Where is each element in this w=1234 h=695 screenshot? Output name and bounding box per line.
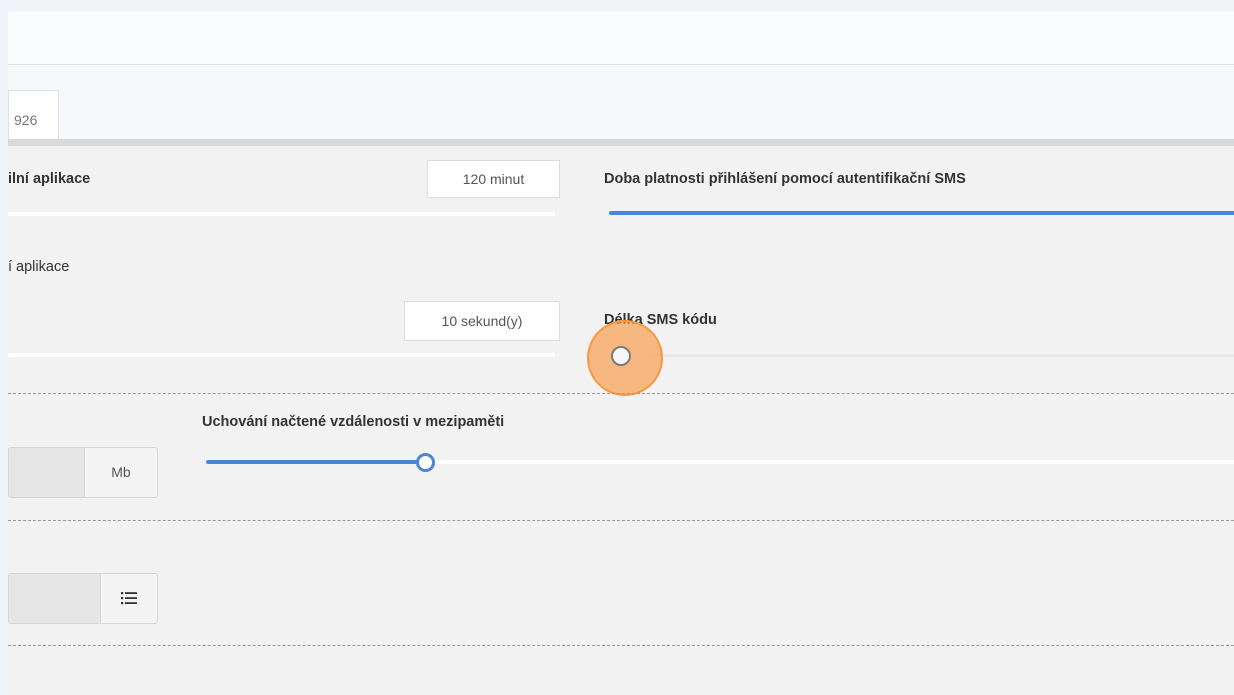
app-interval-label: í aplikace	[8, 259, 70, 275]
section-divider	[8, 520, 1234, 521]
cache-slider-fill	[206, 460, 424, 464]
sms-code-length-track	[645, 354, 1234, 357]
app-interval-value: 10 sekund(y)	[404, 301, 560, 341]
tab-strip	[8, 65, 1234, 140]
cache-label: Uchování načtené vzdálenosti v mezipamět…	[202, 414, 505, 430]
tab-label: 926	[14, 112, 38, 128]
app-timeout-label: ilní aplikace	[8, 171, 91, 187]
sms-validity-slider[interactable]	[609, 211, 1234, 215]
sms-code-length-slider-handle[interactable]	[611, 346, 631, 366]
app-timeout-slider[interactable]	[8, 212, 555, 216]
sms-validity-label: Doba platnosti přihlášení pomocí autenti…	[604, 171, 966, 187]
list-field-button[interactable]	[100, 573, 158, 624]
section-divider	[8, 393, 1234, 394]
cache-size-input[interactable]	[8, 447, 84, 498]
app-interval-slider[interactable]	[8, 353, 555, 357]
list-field-input[interactable]	[8, 573, 100, 624]
tab-active[interactable]: 926	[8, 90, 59, 140]
list-icon	[121, 592, 137, 605]
cache-slider-handle[interactable]	[416, 453, 435, 472]
section-divider	[8, 645, 1234, 646]
app-timeout-value: 120 minut	[427, 160, 560, 198]
settings-panel	[8, 146, 1234, 695]
cache-unit-addon: Mb	[84, 447, 158, 498]
top-bar	[8, 11, 1234, 65]
tab-underline	[8, 139, 1234, 146]
